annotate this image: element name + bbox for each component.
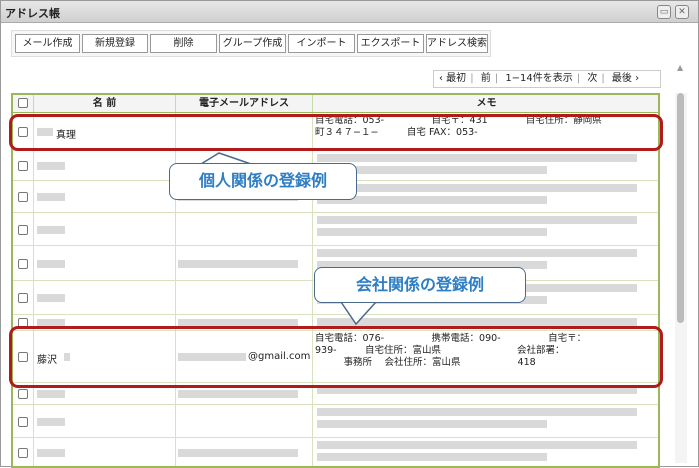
callout-personal: 個人関係の登録例	[169, 163, 357, 200]
blurred-name	[37, 417, 65, 426]
prev-page-link[interactable]: 前	[481, 73, 491, 84]
name-cell	[34, 181, 176, 212]
memo-cell	[313, 405, 658, 437]
scrollbar[interactable]	[675, 93, 687, 463]
blurred-email	[178, 390, 298, 398]
last-page-link[interactable]: 最後 ›	[612, 73, 639, 84]
scrollbar-thumb[interactable]	[677, 93, 684, 323]
memo-cell	[313, 438, 658, 466]
blurred-name	[37, 193, 65, 201]
name-cell	[34, 281, 176, 314]
name-cell	[34, 151, 176, 180]
row-checkbox[interactable]	[18, 258, 28, 269]
memo-cell	[313, 181, 658, 212]
blurred-email	[178, 449, 298, 457]
blurred-memo	[317, 216, 637, 224]
pagination: ‹ 最初 | 前 | 1−14件を表示 | 次 | 最後 ›	[433, 70, 661, 88]
blurred-name	[37, 162, 65, 170]
range-label: 1−14件を表示	[505, 73, 573, 84]
blurred-memo	[317, 249, 637, 257]
blurred-name	[37, 294, 65, 302]
blurred-memo	[317, 154, 637, 162]
blurred-memo	[317, 441, 637, 449]
memo-cell	[313, 151, 658, 180]
blurred-name	[37, 225, 65, 234]
create-group-button[interactable]: グループ作成	[219, 34, 286, 53]
address-search-button[interactable]: アドレス検索	[426, 34, 488, 53]
blurred-email	[178, 259, 298, 268]
blurred-name	[37, 449, 65, 457]
export-button[interactable]: エクスポート	[357, 34, 424, 53]
row-checkbox[interactable]	[18, 161, 28, 171]
email-cell	[176, 438, 313, 466]
table-row[interactable]	[13, 438, 658, 466]
header-memo[interactable]: メモ	[313, 95, 658, 112]
blurred-name	[37, 259, 65, 268]
row-checkbox[interactable]	[18, 389, 28, 399]
blurred-memo	[317, 318, 637, 326]
import-button[interactable]: インポート	[288, 34, 355, 53]
header-email[interactable]: 電子メールアドレス	[176, 95, 313, 112]
scroll-up-icon[interactable]: ▲	[677, 63, 683, 72]
compose-mail-button[interactable]: メール作成	[15, 34, 80, 53]
row-checkbox[interactable]	[18, 192, 28, 202]
header-name[interactable]: 名 前	[34, 95, 176, 112]
new-entry-button[interactable]: 新規登録	[82, 34, 148, 53]
email-cell	[176, 405, 313, 437]
memo-cell	[313, 213, 658, 245]
name-cell	[34, 246, 176, 280]
window-title: アドレス帳	[5, 7, 60, 20]
email-cell	[176, 281, 313, 314]
title-bar: アドレス帳 ▭ ✕	[1, 1, 698, 23]
email-cell	[176, 246, 313, 280]
blurred-memo	[317, 453, 547, 461]
delete-button[interactable]: 削除	[150, 34, 217, 53]
select-all-checkbox[interactable]	[18, 98, 28, 108]
first-page-link[interactable]: ‹ 最初	[439, 73, 466, 84]
row-checkbox[interactable]	[18, 416, 28, 427]
row-checkbox[interactable]	[18, 224, 28, 235]
blurred-memo	[317, 408, 637, 416]
blurred-memo	[317, 184, 637, 192]
address-book-window: アドレス帳 ▭ ✕ メール作成 新規登録 削除 グループ作成 インポート エクス…	[0, 0, 699, 468]
name-cell	[34, 438, 176, 466]
blurred-name	[37, 390, 65, 398]
minimize-icon[interactable]: ▭	[657, 5, 671, 19]
blurred-memo	[317, 228, 547, 236]
personal-highlight	[9, 114, 663, 151]
table-row[interactable]	[13, 405, 658, 438]
name-cell	[34, 213, 176, 245]
next-page-link[interactable]: 次	[587, 73, 597, 84]
blurred-memo	[317, 420, 547, 428]
table-row[interactable]	[13, 213, 658, 246]
callout-tails	[198, 152, 378, 326]
row-checkbox[interactable]	[18, 448, 28, 458]
table-header: 名 前 電子メールアドレス メモ	[13, 95, 658, 113]
callout-company: 会社関係の登録例	[314, 267, 526, 303]
email-cell	[176, 213, 313, 245]
toolbar: メール作成 新規登録 削除 グループ作成 インポート エクスポート アドレス検索	[11, 30, 491, 57]
close-icon[interactable]: ✕	[675, 5, 689, 19]
name-cell	[34, 405, 176, 437]
row-checkbox[interactable]	[18, 293, 28, 303]
company-highlight	[9, 326, 663, 388]
